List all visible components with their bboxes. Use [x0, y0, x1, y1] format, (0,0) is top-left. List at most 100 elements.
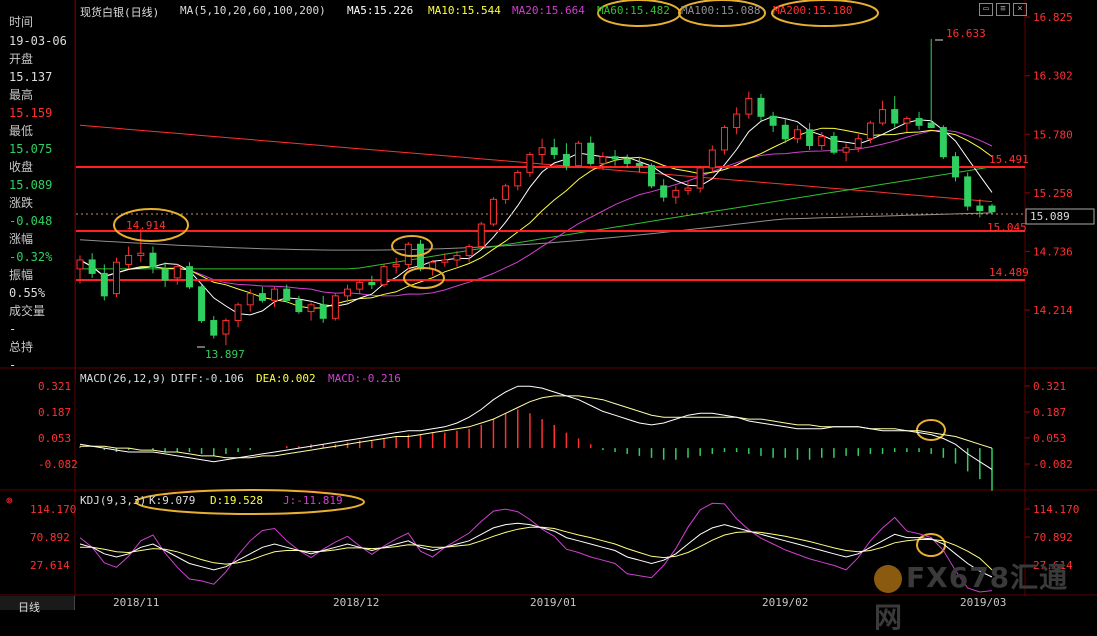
candle-body	[939, 127, 947, 158]
candle-body	[112, 261, 120, 295]
candle-body	[781, 124, 789, 140]
candle-body	[903, 118, 911, 124]
ma10-line	[79, 127, 993, 309]
kdj-d-line	[80, 526, 993, 571]
date-axis: 2018/11 2018/12 2019/01 2019/02 2019/03	[0, 596, 1097, 610]
candle-body	[672, 189, 680, 198]
ma10-value: MA10:15.544	[428, 4, 501, 17]
candle-body	[818, 136, 826, 146]
kdj-k-line	[79, 522, 993, 578]
date-tick: 2019/02	[762, 596, 809, 609]
candle-body	[234, 304, 242, 322]
candle-body	[161, 268, 169, 281]
candle-body	[745, 97, 753, 115]
candle-body	[526, 153, 534, 173]
candle-body	[660, 185, 668, 198]
oi-value: -	[9, 358, 17, 372]
date-tick: 2019/01	[530, 596, 577, 609]
kdj-params: KDJ(9,3,3)	[80, 494, 147, 507]
macd-tick-right: 0.187	[1033, 406, 1066, 419]
price-tick-label: 16.825	[1033, 11, 1073, 24]
candle-body	[441, 259, 449, 263]
candle-body	[489, 198, 497, 225]
ma20-line	[79, 129, 993, 297]
annotation-circle-macd-cross	[916, 419, 946, 441]
candle-body	[149, 252, 157, 268]
open-value: 15.137	[9, 70, 53, 84]
price-tick-label: 16.302	[1033, 70, 1073, 83]
candle-body	[331, 295, 339, 319]
period-tab-daily[interactable]: 日线	[0, 596, 75, 614]
candle-body	[854, 138, 862, 149]
candle-body	[952, 156, 960, 178]
kdj-j-value: J:-11.819	[283, 494, 343, 507]
candle-body	[927, 122, 935, 129]
candle-body	[210, 320, 218, 336]
list-icon[interactable]: ≡	[996, 3, 1010, 16]
close-icon[interactable]: ×	[1013, 3, 1027, 16]
low-value: 15.075	[9, 142, 53, 156]
current-price-label: 15.089	[1030, 210, 1070, 223]
chart-canvas[interactable]: 16.825 16.302 15.780 15.258 14.736 14.214 15.0…	[0, 0, 1097, 610]
candle-body	[684, 187, 692, 191]
macd-diff-line	[79, 385, 993, 470]
change-label: 涨跌	[9, 196, 34, 210]
candle-body	[392, 263, 400, 268]
candle-body	[380, 266, 388, 286]
candle-body	[100, 272, 108, 297]
kdj-d-value: D:19.528	[210, 494, 263, 507]
candle-body	[587, 142, 595, 164]
ma60-line	[80, 166, 993, 270]
candle-body	[76, 259, 84, 270]
ma100-value: MA100:15.088	[681, 4, 761, 17]
candle-body	[283, 288, 291, 301]
change-value: -0.048	[9, 214, 53, 228]
candle-body	[453, 254, 461, 261]
macd-tick-right: -0.082	[1033, 458, 1073, 471]
candle-body	[319, 304, 327, 319]
level-label-support-lower: 14.489	[989, 266, 1029, 279]
settings-icon[interactable]: ⊚	[6, 494, 13, 507]
candle-body	[562, 153, 570, 167]
candle-body	[416, 243, 424, 270]
quote-info-panel: 时间 19-03-06 开盘 15.137 最高 15.159 最低 15.07…	[0, 0, 76, 380]
candle-body	[295, 299, 303, 313]
close-label: 收盘	[9, 160, 34, 174]
candle-body	[198, 286, 206, 322]
macd-tick-left: 0.053	[38, 432, 71, 445]
kdj-tick-right: 70.892	[1033, 531, 1073, 544]
candle-body	[514, 171, 522, 187]
candle-body	[635, 162, 643, 167]
high-label: 最高	[9, 88, 34, 102]
price-tick-label: 14.214	[1033, 304, 1073, 317]
date-tick: 2018/11	[113, 596, 160, 609]
annotation-circle-pullback	[403, 267, 445, 289]
kdj-tick-left: 70.892	[30, 531, 70, 544]
ma5-value: MA5:15.226	[347, 4, 414, 17]
candle-body	[830, 136, 838, 153]
candle-body	[964, 176, 972, 207]
restore-window-icon[interactable]: ▭	[979, 3, 993, 16]
candle-body	[477, 223, 485, 247]
high-value: 15.159	[9, 106, 53, 120]
candle-body	[891, 109, 899, 124]
candle-body	[866, 122, 874, 140]
macd-tick-left: 0.187	[38, 406, 71, 419]
candle-body	[502, 185, 510, 200]
date-tick: 2018/12	[333, 596, 380, 609]
oi-label: 总持	[9, 340, 34, 354]
pct-label: 涨幅	[9, 232, 34, 246]
candle-body	[173, 266, 181, 279]
candle-body	[733, 113, 741, 129]
macd-params: MACD(26,12,9)	[80, 372, 167, 385]
candle-body	[648, 165, 656, 187]
level-label-prior-high: 14.914	[126, 219, 166, 232]
ma200-value: MA200:15.180	[773, 4, 853, 17]
vol-value: -	[9, 322, 17, 336]
price-tick-label: 15.258	[1033, 187, 1073, 200]
macd-diff-value: DIFF:-0.106	[171, 372, 244, 385]
candle-body	[368, 281, 376, 286]
candle-body	[137, 252, 145, 256]
pct-value: -0.32%	[9, 250, 53, 264]
time-label: 时间	[9, 15, 34, 29]
